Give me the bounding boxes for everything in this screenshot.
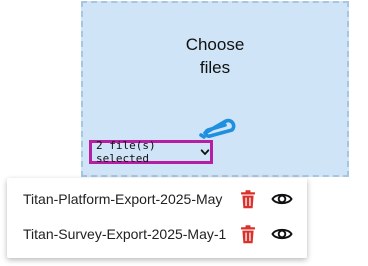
file-list-item: Titan-Platform-Export-2025-May [7,180,307,218]
file-name: Titan-Platform-Export-2025-May [23,191,223,207]
dropzone-title: Choose files [83,33,347,79]
file-upload-widget: Choose files 2 file(s) selected Titan-Pl… [0,0,368,266]
dropzone-title-line1: Choose [185,35,245,54]
chevron-down-icon [200,149,210,155]
file-list-item: Titan-Survey-Export-2025-May-1 [7,215,307,253]
file-name: Titan-Survey-Export-2025-May-1 [23,226,227,242]
paperclip-icon [199,118,236,139]
eye-icon[interactable] [271,226,293,242]
trash-icon[interactable] [240,189,256,209]
eye-icon[interactable] [271,191,293,207]
selected-files-label: 2 file(s) selected [96,139,156,165]
selected-files-dropdown[interactable]: 2 file(s) selected [89,139,213,165]
trash-icon[interactable] [240,224,256,244]
dropzone-title-line2: files [199,58,231,77]
selected-files-menu: Titan-Platform-Export-2025-May Titan-Sur… [7,178,307,258]
